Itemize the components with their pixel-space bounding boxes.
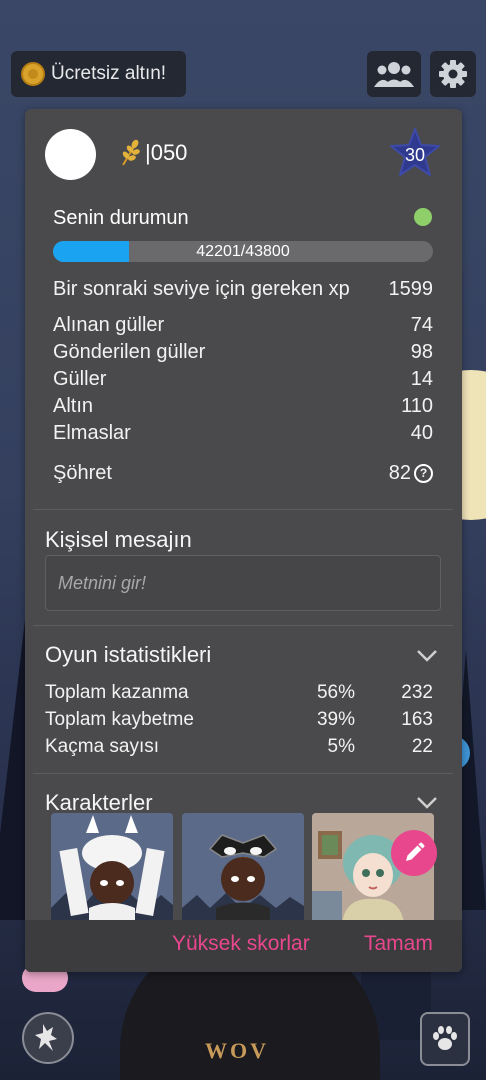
stat-row-gems: Elmaslar 40 [53,422,433,445]
xp-progress-bar: 42201/43800 [53,241,433,262]
stat-row-fame: Şöhret 82 ? [53,462,433,485]
wov-logo: WOV [205,1038,269,1063]
chevron-down-icon[interactable] [416,796,438,810]
online-status-dot [414,208,432,226]
friends-icon [374,62,414,87]
game-stat-count: 163 [401,709,433,730]
character-card[interactable] [182,813,304,923]
stat-value: 110 [401,395,433,417]
high-scores-button[interactable]: Yüksek skorlar [172,932,310,956]
stat-label: Güller [53,368,107,390]
avatar[interactable] [45,129,96,180]
stat-value: 82 [388,462,411,484]
chevron-down-icon[interactable] [416,649,438,663]
game-stat-percent: 39% [316,709,355,730]
stat-value: 98 [410,341,433,363]
pet-button[interactable] [420,1012,470,1066]
panel-action-bar: Yüksek skorlar Tamam [25,920,462,972]
username: |050 [117,139,187,167]
stat-row-received-roses: Alınan güller 74 [53,314,433,337]
help-icon[interactable]: ? [414,464,433,483]
game-stat-count: 232 [401,682,433,703]
edit-characters-button[interactable] [391,830,437,876]
level-number: 30 [404,145,426,165]
werewolf-icon [35,1024,57,1051]
stat-value: 40 [410,422,433,444]
character-portrait [51,813,173,923]
divider [33,509,453,510]
game-stat-percent: 5% [327,736,355,757]
game-stat-percent: 56% [316,682,355,703]
stat-label: Şöhret [53,462,112,484]
game-stat-label: Toplam kazanma [45,682,189,703]
username-text: |050 [145,140,188,165]
wheat-icon [122,139,140,166]
game-stats-title: Oyun istatistikleri [45,642,212,667]
profile-panel: |050 30 Senin durumun 42201/43800 Bir so… [25,109,462,972]
gear-icon [439,60,467,88]
stat-label: Gönderilen güller [53,341,206,363]
personal-message-title: Kişisel mesajın [45,527,192,552]
settings-button[interactable] [430,51,476,97]
stat-value: 1599 [388,278,434,300]
character-portrait [182,813,304,923]
personal-message-input[interactable] [45,555,441,611]
stat-row-sent-roses: Gönderilen güller 98 [53,341,433,364]
friends-button[interactable] [367,51,421,97]
ok-button[interactable]: Tamam [364,932,433,956]
stat-label: Altın [53,395,94,417]
stat-label: Alınan güller [53,314,165,336]
character-card[interactable] [51,813,173,923]
status-label: Senin durumun [53,207,189,229]
stat-label: Elmaslar [53,422,131,444]
divider [33,773,453,774]
game-stat-label: Toplam kaybetme [45,709,194,730]
free-gold-button[interactable]: Ücretsiz altın! [11,51,186,97]
stat-row-gold: Altın 110 [53,395,433,418]
fame-value-group: 82 ? [389,462,433,485]
paw-icon [433,1026,457,1050]
free-gold-label: Ücretsiz altın! [51,63,167,84]
stat-value: 74 [410,314,433,336]
stat-label: Bir sonraki seviye için gereken xp [53,278,350,300]
pencil-icon [406,842,425,861]
game-stat-label: Kaçma sayısı [45,736,160,757]
game-stat-count: 22 [411,736,433,757]
stat-row-next-level-xp: Bir sonraki seviye için gereken xp 1599 [53,278,433,301]
stat-row-roses: Güller 14 [53,368,433,391]
coin-icon [21,62,45,86]
stat-value: 14 [410,368,433,390]
werewolf-profile-button[interactable] [22,1012,74,1064]
divider [33,625,453,626]
xp-progress-text: 42201/43800 [196,243,290,260]
